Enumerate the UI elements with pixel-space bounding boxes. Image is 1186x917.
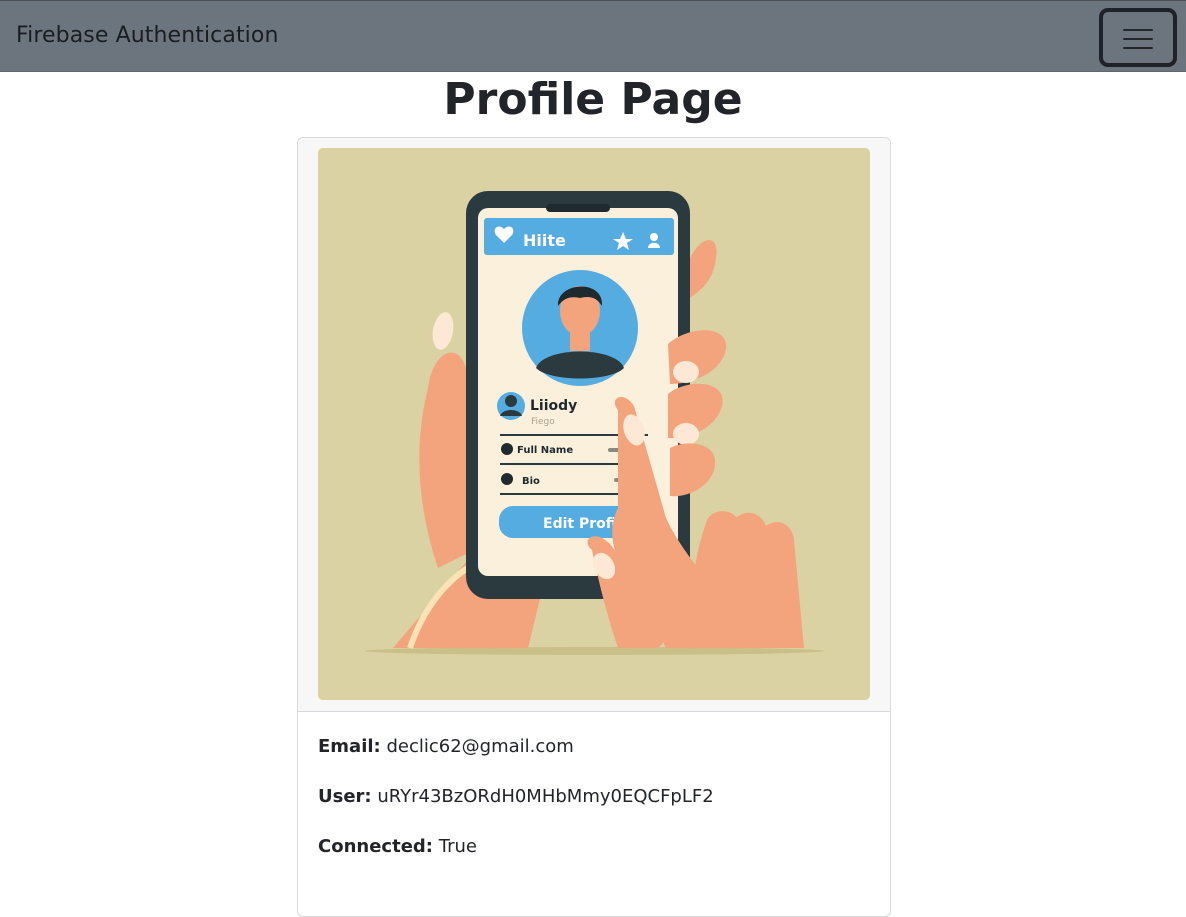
svg-text:Full Name: Full Name xyxy=(517,445,573,456)
phone-profile-illustration: Hiite Liiody Fiego Full Name Bio Edit Pr… xyxy=(318,148,870,700)
email-value: declic62@gmail.com xyxy=(386,736,574,757)
svg-text:Hiite: Hiite xyxy=(523,231,566,250)
navbar-brand[interactable]: Firebase Authentication xyxy=(16,23,279,48)
hamburger-menu-icon xyxy=(1123,29,1153,49)
page-title: Profile Page xyxy=(443,74,743,125)
profile-illustration: Hiite Liiody Fiego Full Name Bio Edit Pr… xyxy=(318,148,870,700)
user-value: uRYr43BzORdH0MHbMmy0EQCFpLF2 xyxy=(377,786,714,807)
navbar-toggler-button[interactable] xyxy=(1099,8,1177,67)
connected-value: True xyxy=(438,836,477,857)
navbar: Firebase Authentication xyxy=(0,0,1186,72)
svg-text:Fiego: Fiego xyxy=(531,417,555,427)
connected-row: Connected: True xyxy=(318,836,477,857)
connected-label: Connected: xyxy=(318,836,433,857)
svg-text:Liiody: Liiody xyxy=(530,398,577,414)
email-label: Email: xyxy=(318,736,381,757)
user-row: User: uRYr43BzORdH0MHbMmy0EQCFpLF2 xyxy=(318,786,714,807)
profile-card: Hiite Liiody Fiego Full Name Bio Edit Pr… xyxy=(297,137,891,917)
profile-card-image-area: Hiite Liiody Fiego Full Name Bio Edit Pr… xyxy=(298,138,890,712)
email-row: Email: declic62@gmail.com xyxy=(318,736,574,757)
svg-text:Bio: Bio xyxy=(522,476,540,487)
user-label: User: xyxy=(318,786,372,807)
